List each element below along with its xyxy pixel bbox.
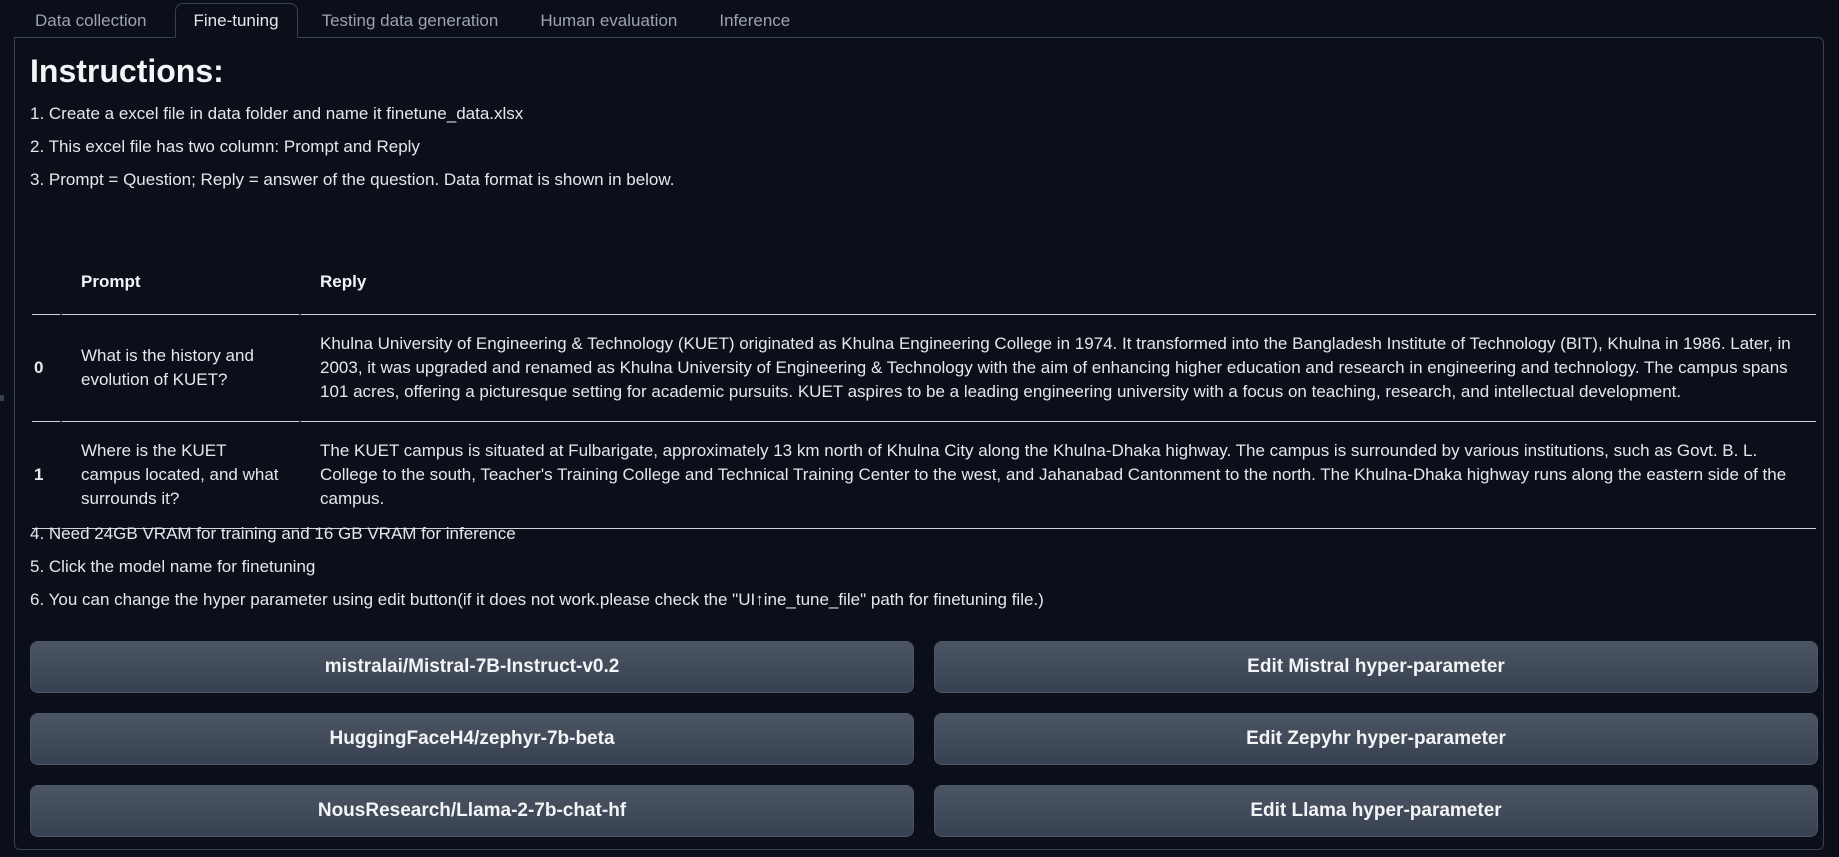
reply-cell: The KUET campus is situated at Fulbariga…	[299, 422, 1816, 529]
index-column-header	[32, 250, 60, 315]
prompt-column-header: Prompt	[60, 250, 299, 315]
tab-bar: Data collection Fine-tuning Testing data…	[15, 2, 812, 38]
row-index: 1	[32, 422, 60, 529]
instruction-step-5: 5. Click the model name for finetuning	[30, 557, 316, 576]
edit-zephyr-hyperparameter-button[interactable]: Edit Zepyhr hyper-parameter	[934, 713, 1818, 765]
tab-inference[interactable]: Inference	[699, 3, 810, 38]
instruction-step-4: 4. Need 24GB VRAM for training and 16 GB…	[30, 524, 516, 543]
edit-llama-hyperparameter-button[interactable]: Edit Llama hyper-parameter	[934, 785, 1818, 837]
instruction-step-6: 6. You can change the hyper parameter us…	[30, 590, 1044, 609]
instruction-step-3: 3. Prompt = Question; Reply = answer of …	[30, 170, 675, 189]
zephyr-finetune-button[interactable]: HuggingFaceH4/zephyr-7b-beta	[30, 713, 914, 765]
prompt-cell: What is the history and evolution of KUE…	[60, 315, 299, 422]
table-header-row: Prompt Reply	[32, 250, 1816, 315]
mistral-finetune-button[interactable]: mistralai/Mistral-7B-Instruct-v0.2	[30, 641, 914, 693]
tab-testing-data-generation[interactable]: Testing data generation	[302, 3, 519, 38]
tab-human-evaluation[interactable]: Human evaluation	[520, 3, 697, 38]
edit-mistral-hyperparameter-button[interactable]: Edit Mistral hyper-parameter	[934, 641, 1818, 693]
table-row: 0 What is the history and evolution of K…	[32, 315, 1816, 422]
tab-fine-tuning[interactable]: Fine-tuning	[174, 3, 298, 38]
data-format-table: Prompt Reply 0 What is the history and e…	[32, 250, 1816, 529]
tab-data-collection[interactable]: Data collection	[15, 3, 167, 38]
instructions-heading: Instructions:	[30, 53, 224, 89]
prompt-cell: Where is the KUET campus located, and wh…	[60, 422, 299, 529]
left-edge-marker	[0, 395, 4, 401]
instruction-step-1: 1. Create a excel file in data folder an…	[30, 104, 524, 123]
row-index: 0	[32, 315, 60, 422]
llama-finetune-button[interactable]: NousResearch/Llama-2-7b-chat-hf	[30, 785, 914, 837]
table-row: 1 Where is the KUET campus located, and …	[32, 422, 1816, 529]
reply-column-header: Reply	[299, 250, 1816, 315]
reply-cell: Khulna University of Engineering & Techn…	[299, 315, 1816, 422]
instruction-step-2: 2. This excel file has two column: Promp…	[30, 137, 420, 156]
